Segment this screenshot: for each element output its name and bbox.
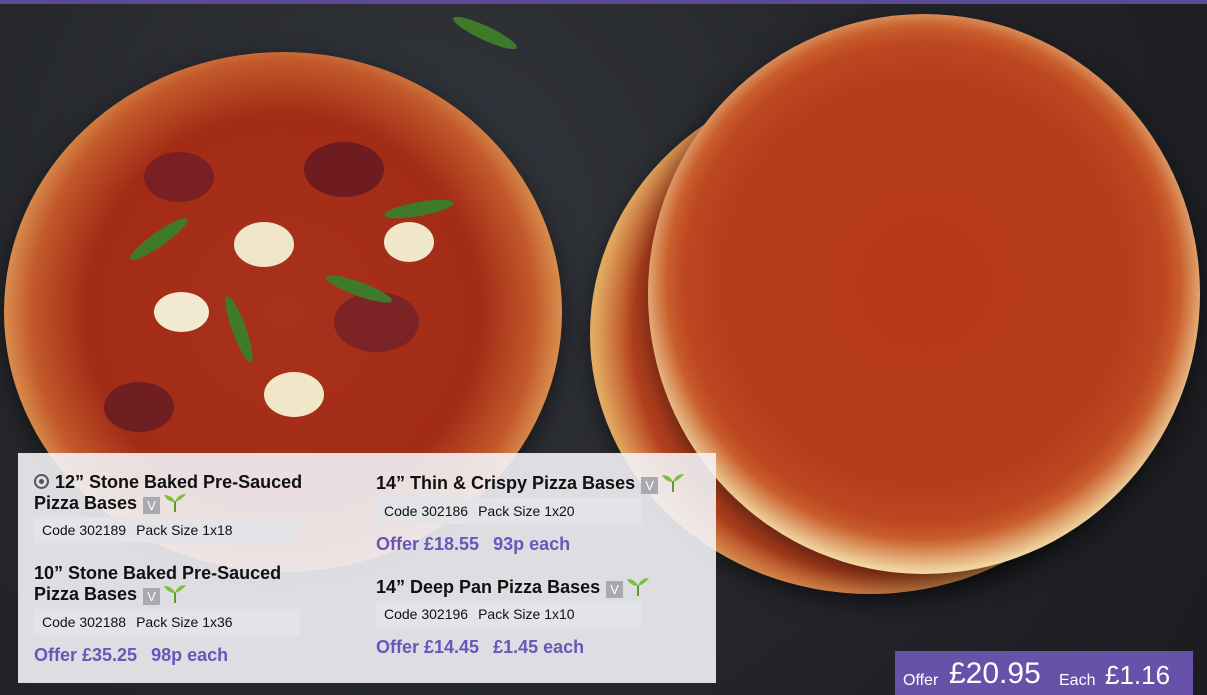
pack-size: Pack Size 1x18 [136,522,233,538]
product-title: 14” Thin & Crispy Pizza Bases [376,473,636,493]
product-code: Code 302189 [42,522,127,538]
product-info-panel: 12” Stone Baked Pre-Sauced Pizza Bases V … [18,453,716,683]
offer-price: Offer £18.55 [376,534,480,554]
vegetarian-badge: V [606,581,624,598]
pack-size: Pack Size 1x10 [478,606,575,622]
pack-size: Pack Size 1x20 [478,503,575,519]
vegan-sprout-icon [164,585,187,604]
product-10-stone-baked: 10” Stone Baked Pre-Sauced Pizza Bases V [34,563,281,605]
each-label: Each [1059,672,1096,689]
offer-price-row: Offer £18.55 93p each [376,533,570,555]
offer-price: Offer £14.45 [376,637,480,657]
vegan-sprout-icon [627,578,650,597]
camera-icon [34,474,49,489]
product-code-row: Code 302186 Pack Size 1x20 [376,498,642,524]
product-title-line2: Pizza Bases [34,493,138,513]
product-14-thin-crispy: 14” Thin & Crispy Pizza Bases V [376,473,686,494]
product-code: Code 302196 [384,606,469,622]
pizza-base-front-image [648,14,1200,574]
each-price: £1.16 [1105,660,1171,690]
product-code-row: Code 302188 Pack Size 1x36 [34,609,300,635]
vegan-sprout-icon [164,494,187,513]
product-12-stone-baked: 12” Stone Baked Pre-Sauced Pizza Bases V [34,472,302,514]
herb-garnish [450,11,520,55]
offer-price: Offer £35.25 [34,645,138,665]
each-price: £1.45 each [493,637,585,657]
product-title: 12” Stone Baked Pre-Sauced [34,472,302,493]
promo-page: 12” Stone Baked Pre-Sauced Pizza Bases V … [0,0,1207,695]
product-code: Code 302186 [384,503,469,519]
vegetarian-badge: V [143,497,161,514]
vegan-sprout-icon [662,474,685,493]
each-price: 98p each [151,645,229,665]
product-code: Code 302188 [42,614,127,630]
offer-label: Offer [903,672,939,689]
offer-price-row: Offer £35.25 98p each [34,644,228,666]
pack-size: Pack Size 1x36 [136,614,233,630]
product-title: 14” Deep Pan Pizza Bases [376,577,601,597]
offer-price-row: Offer £14.45 £1.45 each [376,636,584,658]
product-title-line2: Pizza Bases [34,584,138,604]
featured-offer-badge: Offer £20.95 Each £1.16 [895,651,1193,695]
vegetarian-badge: V [641,477,659,494]
product-code-row: Code 302189 Pack Size 1x18 [34,517,300,543]
product-code-row: Code 302196 Pack Size 1x10 [376,601,642,627]
vegetarian-badge: V [143,588,161,605]
product-14-deep-pan: 14” Deep Pan Pizza Bases V [376,577,651,598]
each-price: 93p each [493,534,571,554]
product-title: 10” Stone Baked Pre-Sauced [34,563,282,583]
offer-price: £20.95 [949,657,1041,690]
